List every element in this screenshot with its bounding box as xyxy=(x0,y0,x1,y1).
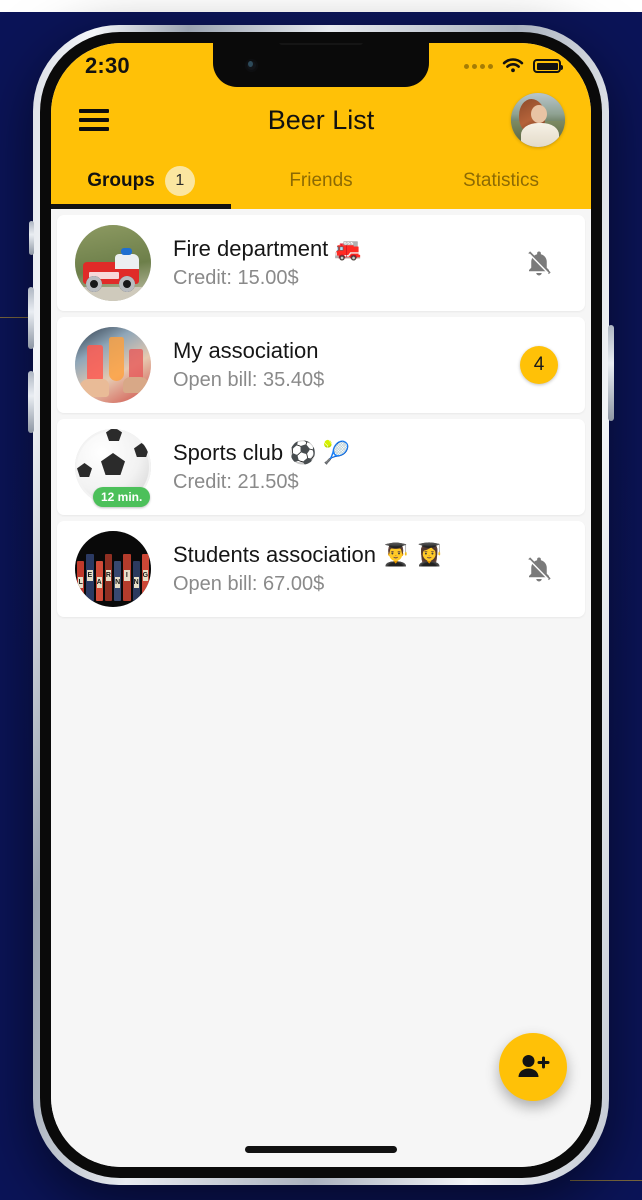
cheers-drinks-photo xyxy=(75,327,151,403)
decorative-hairline-right xyxy=(570,1180,642,1181)
books-photo: LEARNING xyxy=(75,531,151,607)
group-text: My association Open bill: 35.40$ xyxy=(151,337,517,393)
group-title: Fire department 🚒 xyxy=(173,236,362,262)
tab-statistics-label: Statistics xyxy=(462,170,540,191)
tab-statistics[interactable]: Statistics xyxy=(411,153,591,209)
add-group-button[interactable] xyxy=(499,1033,567,1101)
status-badge[interactable]: 4 xyxy=(520,346,558,384)
page-title: Beer List xyxy=(267,104,375,135)
app-bar: Beer List xyxy=(51,87,591,153)
battery-full-icon xyxy=(533,59,563,73)
book-spines: LEARNING xyxy=(75,549,151,601)
tab-friends[interactable]: Friends xyxy=(231,153,411,209)
table-row[interactable]: My association Open bill: 35.40$ 4 xyxy=(57,317,585,413)
front-camera-icon xyxy=(245,59,258,72)
avatar[interactable] xyxy=(511,93,565,147)
status-bar-time: 2:30 xyxy=(85,53,130,78)
tab-groups[interactable]: Groups 1 xyxy=(51,153,231,209)
tab-groups-badge: 1 xyxy=(164,166,195,196)
bell-off-icon[interactable] xyxy=(524,247,554,279)
tab-groups-label: Groups xyxy=(87,170,155,191)
group-subtitle: Open bill: 67.00$ xyxy=(173,572,325,595)
volume-down-button[interactable] xyxy=(28,371,34,433)
fire-truck-photo xyxy=(75,225,151,301)
group-thumb-wrap: 12 min. xyxy=(75,429,151,507)
device-notch xyxy=(213,43,429,87)
home-indicator xyxy=(245,1146,397,1153)
group-title: My association xyxy=(173,338,319,364)
phone-screen: 2:30 Beer List Groups 1 Friends Statisti… xyxy=(51,43,591,1167)
signal-dots-icon xyxy=(464,63,493,69)
group-title: Students association 👨‍🎓 👩‍🎓 xyxy=(173,542,444,568)
time-chip: 12 min. xyxy=(93,487,151,507)
person-add-icon xyxy=(518,1055,550,1077)
group-title: Sports club ⚽ 🎾 xyxy=(173,440,351,466)
group-thumb-wrap xyxy=(75,327,151,403)
earpiece-speaker xyxy=(279,43,363,45)
wifi-icon xyxy=(502,58,524,73)
row-trailing xyxy=(517,553,561,585)
power-button[interactable] xyxy=(608,325,614,421)
groups-list: Fire department 🚒 Credit: 15.00$ My asso… xyxy=(51,209,591,1167)
group-subtitle: Open bill: 35.40$ xyxy=(173,368,325,391)
status-bar-indicators xyxy=(464,57,563,75)
group-subtitle: Credit: 21.50$ xyxy=(173,470,299,493)
group-thumb-wrap xyxy=(75,225,151,301)
row-trailing: 4 xyxy=(517,346,561,384)
tab-friends-label: Friends xyxy=(289,170,353,191)
group-thumb-wrap: LEARNING xyxy=(75,531,151,607)
table-row[interactable]: 12 min. Sports club ⚽ 🎾 Credit: 21.50$ xyxy=(57,419,585,515)
group-text: Students association 👨‍🎓 👩‍🎓 Open bill: … xyxy=(151,541,517,597)
row-trailing xyxy=(517,247,561,279)
group-text: Fire department 🚒 Credit: 15.00$ xyxy=(151,235,517,291)
table-row[interactable]: Fire department 🚒 Credit: 15.00$ xyxy=(57,215,585,311)
group-subtitle: Credit: 15.00$ xyxy=(173,266,299,289)
bell-off-icon[interactable] xyxy=(524,553,554,585)
group-text: Sports club ⚽ 🎾 Credit: 21.50$ xyxy=(151,439,517,495)
silent-switch[interactable] xyxy=(29,221,34,255)
table-row[interactable]: LEARNING Students association 👨‍🎓 👩‍🎓 Op… xyxy=(57,521,585,617)
phone-device-frame: 2:30 Beer List Groups 1 Friends Statisti… xyxy=(28,25,614,1185)
tab-bar: Groups 1 Friends Statistics xyxy=(51,153,591,209)
hamburger-menu-icon[interactable] xyxy=(79,109,109,131)
phone-bezel: 2:30 Beer List Groups 1 Friends Statisti… xyxy=(40,32,602,1178)
volume-up-button[interactable] xyxy=(28,287,34,349)
